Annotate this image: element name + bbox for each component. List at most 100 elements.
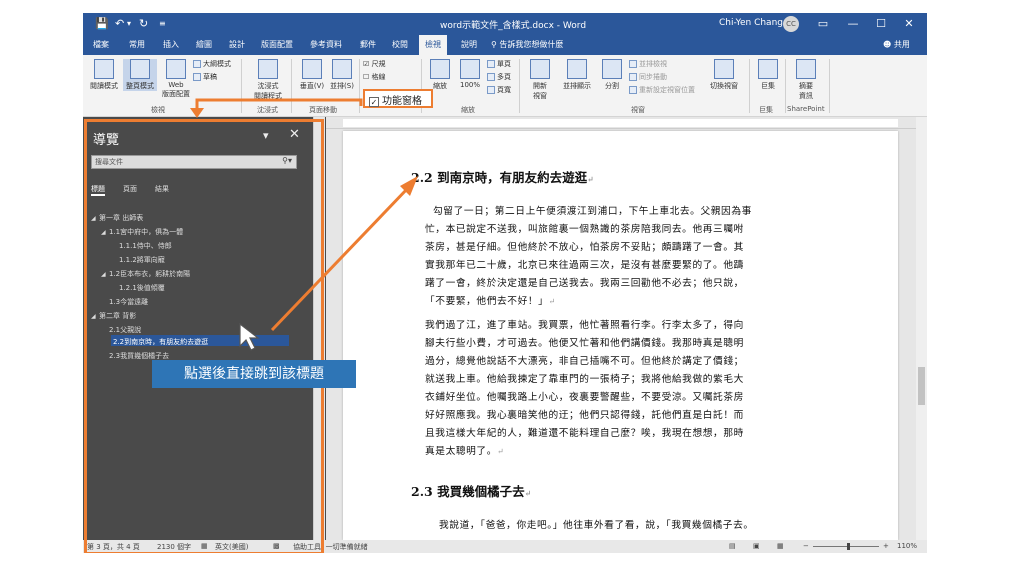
search-icon[interactable]: ⚲▾ [282, 156, 292, 165]
collapse-arrow-icon[interactable]: ◢ [101, 271, 109, 278]
sync-scroll-button[interactable]: 同步捲動 [629, 72, 667, 82]
paragraph-line: 真是太聰明了。↵ [425, 446, 505, 457]
tab-help[interactable]: 說明 [461, 39, 477, 50]
tree-item[interactable]: 1.2.1後值傾覆 [119, 283, 165, 293]
macro-record-icon[interactable]: ▩ [273, 542, 280, 550]
close-button[interactable]: ✕ [897, 16, 921, 32]
maximize-button[interactable]: ☐ [869, 16, 893, 32]
reset-window-position-button[interactable]: 重新設定視窗位置 [629, 85, 695, 95]
macros-button[interactable]: 巨集 [751, 59, 785, 91]
tree-item[interactable]: 1.3今當遠離 [109, 297, 148, 307]
tab-file[interactable]: 檔案 [93, 39, 109, 50]
nav-tab-results[interactable]: 結果 [155, 184, 169, 194]
collapse-arrow-icon[interactable]: ◢ [91, 313, 99, 320]
group-macros-label: 巨集 [759, 106, 773, 114]
arrange-all-button[interactable]: 並排顯示 [557, 59, 597, 91]
zoom-out-icon[interactable]: − [803, 542, 809, 550]
collapse-arrow-icon[interactable]: ◢ [101, 229, 109, 236]
save-icon[interactable]: 💾 [95, 17, 109, 30]
nav-tab-pages[interactable]: 頁面 [123, 184, 137, 194]
divider [519, 59, 520, 113]
horizontal-ruler [326, 117, 916, 129]
tree-item[interactable]: 1.1.2將軍向寵 [119, 255, 165, 265]
undo-icon[interactable]: ↶ [115, 17, 124, 30]
nav-search-input[interactable]: 搜尋文件 ⚲▾ [91, 155, 297, 169]
zoom-in-icon[interactable]: + [883, 542, 889, 550]
scroll-thumb[interactable] [918, 367, 925, 405]
tab-view[interactable]: 檢視 [419, 35, 447, 55]
tree-item[interactable]: ◢ 1.2臣本布衣，躬耕於南陽 [101, 269, 190, 279]
paragraph-line: 且我這樣大年紀的人，難道還不能料理自己麼？唉，我現在想想，那時 [425, 428, 744, 439]
tree-item-selected[interactable]: 2.2到南京時，有朋友約去遊逛 [113, 337, 208, 347]
read-mode-button[interactable]: 閱讀模式 [87, 59, 121, 91]
tree-item[interactable]: ◢ 第二章 背影 [91, 311, 136, 321]
proofing-icon[interactable]: ▦ [201, 542, 208, 550]
language[interactable]: 英文(美國) [215, 542, 248, 552]
tree-item[interactable]: ◢ 1.1宮中府中，俱為一體 [101, 227, 183, 237]
tab-insert[interactable]: 插入 [163, 39, 179, 50]
tab-home[interactable]: 常用 [129, 39, 145, 50]
customize-icon[interactable]: ≡ [159, 19, 166, 28]
share-button[interactable]: ☻ 共用 [883, 39, 910, 50]
nav-pane-checkbox[interactable]: ✓ 功能窗格 [363, 89, 433, 108]
user-name[interactable]: Chi-Yen Chang [719, 18, 783, 28]
outline-button[interactable]: 大綱模式 [193, 59, 231, 69]
tab-review[interactable]: 校閱 [392, 39, 408, 50]
print-layout-button[interactable]: 整頁模式 [123, 59, 157, 91]
divider [291, 59, 292, 113]
tell-me-box[interactable]: ⚲ 告訴我您想做什麼 [491, 39, 563, 50]
tab-layout[interactable]: 版面配置 [261, 39, 293, 50]
nav-options-icon[interactable]: ▾ [263, 129, 269, 142]
tab-draw[interactable]: 繪圖 [196, 39, 212, 50]
title-bar: 💾 ↶ ▾ ↻ ≡ word示範文件_含樣式.docx - Word Chi-Y… [83, 13, 927, 35]
tab-design[interactable]: 設計 [229, 39, 245, 50]
page-width-button[interactable]: 頁寬 [487, 85, 511, 95]
document-area: 2.2 到南京時，有朋友約去遊逛↵ 勾留了一日；第二日上午便須渡江到浦口，下午上… [326, 117, 927, 540]
tree-item[interactable]: 1.1.1侍中、侍郎 [119, 241, 172, 251]
side-by-side-button[interactable]: 並排(S) [325, 59, 359, 91]
avatar[interactable]: CC [783, 16, 799, 32]
group-window-label: 視窗 [631, 106, 645, 114]
zoom-100-icon [460, 59, 480, 79]
ribbon-options-button[interactable]: ▭ [811, 16, 835, 32]
switch-windows-button[interactable]: 切換視窗 [703, 59, 745, 91]
web-layout-button[interactable]: Web 版面配置 [159, 59, 193, 99]
word-count[interactable]: 2130 個字 [157, 542, 191, 552]
switch-windows-icon [714, 59, 734, 79]
accessibility-status[interactable]: 協助工具: 一切準備就緒 [293, 542, 368, 552]
tree-item[interactable]: 2.1父親說 [109, 325, 141, 335]
zoom-button[interactable]: 縮放 [423, 59, 457, 91]
web-layout-view-icon[interactable]: ▦ [777, 542, 784, 550]
view-side-by-side-button[interactable]: 並排檢視 [629, 59, 667, 69]
collapse-arrow-icon[interactable]: ◢ [91, 215, 99, 222]
tab-mailings[interactable]: 郵件 [360, 39, 376, 50]
zoom-level[interactable]: 110% [897, 542, 917, 550]
vertical-button[interactable]: 垂直(V) [295, 59, 329, 91]
tree-item[interactable]: ◢ 第一章 出師表 [91, 213, 143, 223]
minimize-button[interactable]: — [841, 16, 865, 32]
vertical-scrollbar[interactable] [916, 117, 927, 540]
zoom-slider[interactable] [813, 543, 879, 550]
redo-icon[interactable]: ↻ [139, 17, 148, 30]
paragraph-line: 「不要緊，他們去不好！」↵ [425, 296, 556, 307]
zoom-100-button[interactable]: 100% [453, 59, 487, 89]
split-button[interactable]: 分割 [595, 59, 629, 91]
print-layout-view-icon[interactable]: ▣ [753, 542, 760, 550]
new-window-button[interactable]: 開新 視窗 [523, 59, 557, 101]
ruler-checkbox[interactable]: ☑ 尺規 [363, 59, 386, 69]
page-count[interactable]: 第 3 頁，共 4 頁 [87, 542, 140, 552]
immersive-reader-button[interactable]: 沈浸式 閱讀程式 [249, 59, 287, 101]
multiple-pages-button[interactable]: 多頁 [487, 72, 511, 82]
undo-dropdown-icon[interactable]: ▾ [127, 19, 131, 28]
zoom-slider-knob[interactable] [847, 543, 850, 550]
document-properties-button[interactable]: 摘要 資訊 [789, 59, 823, 101]
draft-button[interactable]: 草稿 [193, 72, 217, 82]
gridlines-checkbox[interactable]: ☐ 格線 [363, 72, 386, 82]
document-page[interactable]: 2.2 到南京時，有朋友約去遊逛↵ 勾留了一日；第二日上午便須渡江到浦口，下午上… [343, 131, 898, 540]
nav-tab-headings[interactable]: 標題 [91, 184, 105, 196]
person-icon: ☻ [883, 40, 892, 49]
read-mode-view-icon[interactable]: ▤ [729, 542, 736, 550]
tab-references[interactable]: 參考資料 [310, 39, 342, 50]
one-page-button[interactable]: 單頁 [487, 59, 511, 69]
nav-close-icon[interactable]: ✕ [289, 127, 300, 142]
